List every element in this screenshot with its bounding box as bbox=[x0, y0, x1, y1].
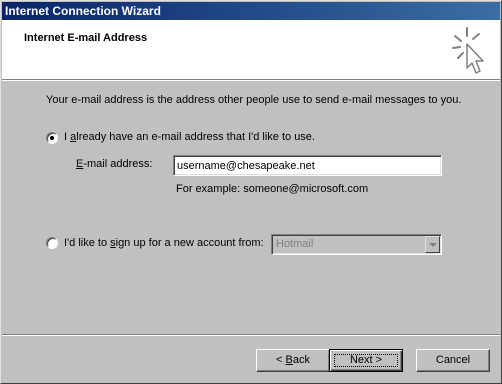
signup-label-suffix: ign up for a new account from: bbox=[115, 237, 264, 249]
cancel-button[interactable]: Cancel bbox=[416, 349, 490, 372]
wizard-cursor-icon bbox=[452, 27, 484, 74]
back-button[interactable]: < Back bbox=[256, 349, 330, 372]
page-title: Internet E-mail Address bbox=[24, 32, 148, 44]
radio-selected-dot bbox=[50, 136, 54, 140]
intro-text: Your e-mail address is the address other… bbox=[46, 94, 462, 106]
focus-rectangle bbox=[334, 354, 398, 367]
provider-select[interactable]: Hotmail bbox=[271, 234, 442, 255]
provider-select-value: Hotmail bbox=[276, 238, 314, 250]
signup-account-radio[interactable] bbox=[46, 237, 58, 249]
email-label-rest: -mail address: bbox=[83, 158, 153, 170]
signup-account-label[interactable]: I'd like to sign up for a new account fr… bbox=[64, 237, 264, 249]
wizard-window: Internet Connection Wizard Internet E-ma… bbox=[0, 0, 502, 384]
signup-label-prefix: I'd like to bbox=[64, 237, 111, 249]
title-bar[interactable]: Internet Connection Wizard bbox=[2, 2, 500, 20]
email-address-label: E-mail address: bbox=[76, 158, 152, 170]
header-divider bbox=[2, 79, 500, 81]
provider-dropdown-button[interactable] bbox=[425, 236, 440, 253]
existing-address-radio[interactable] bbox=[46, 132, 58, 144]
back-prefix: < bbox=[276, 354, 286, 366]
back-rest: ack bbox=[292, 354, 310, 366]
cancel-label: Cancel bbox=[435, 354, 471, 366]
footer-divider bbox=[2, 334, 500, 336]
existing-address-label[interactable]: I already have an e-mail address that I'… bbox=[64, 131, 315, 143]
existing-label-suffix: lready have an e-mail address that I'd l… bbox=[76, 131, 315, 143]
chevron-down-icon bbox=[429, 243, 437, 247]
window-title: Internet Connection Wizard bbox=[5, 4, 161, 18]
email-address-field[interactable] bbox=[173, 155, 442, 176]
next-button[interactable]: Next > bbox=[329, 349, 403, 372]
example-text: For example: someone@microsoft.com bbox=[176, 183, 369, 195]
back-mnemonic: B bbox=[285, 354, 293, 366]
wizard-header: Internet E-mail Address bbox=[2, 20, 500, 79]
